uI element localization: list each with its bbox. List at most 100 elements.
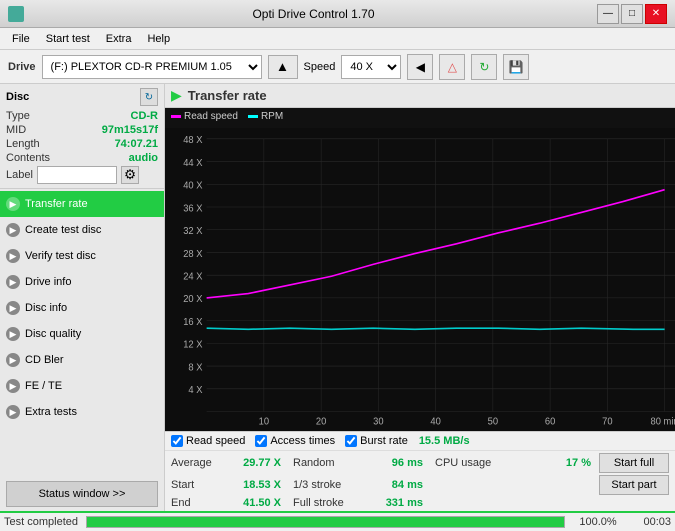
cpu-col: CPU usage 17 % xyxy=(435,457,591,469)
status-text: Test completed xyxy=(4,516,78,528)
fe-te-icon: ▶ xyxy=(6,379,20,393)
transfer-rate-icon: ▶ xyxy=(6,197,20,211)
svg-text:40: 40 xyxy=(430,416,440,427)
access-times-checkbox[interactable] xyxy=(255,435,267,447)
sidebar-item-disc-quality[interactable]: ▶ Disc quality xyxy=(0,321,164,347)
svg-text:80 min: 80 min xyxy=(651,416,675,427)
disc-label-label: Label xyxy=(6,169,33,181)
burst-rate-checkbox-label: Burst rate xyxy=(360,435,408,447)
disc-mid-value: 97m15s17f xyxy=(102,124,158,136)
maximize-button[interactable]: □ xyxy=(621,4,643,24)
sidebar-item-transfer-rate[interactable]: ▶ Transfer rate xyxy=(0,191,164,217)
legend-read-speed-label: Read speed xyxy=(184,111,238,122)
sidebar-item-verify-test-disc[interactable]: ▶ Verify test disc xyxy=(0,243,164,269)
disc-panel: Disc ↻ Type CD-R MID 97m15s17f Length 74… xyxy=(0,84,164,189)
end-col: End 41.50 X xyxy=(171,497,281,509)
read-speed-checkbox-label: Read speed xyxy=(186,435,245,447)
start-part-button[interactable]: Start part xyxy=(599,475,669,495)
disc-label-input[interactable] xyxy=(37,166,117,184)
read-speed-checkbox-group: Read speed xyxy=(171,435,255,447)
disc-type-value: CD-R xyxy=(131,110,159,122)
average-col: Average 29.77 X xyxy=(171,457,281,469)
chart-svg: 48 X 44 X 40 X 36 X 32 X 28 X 24 X 20 X … xyxy=(165,128,675,431)
close-button[interactable]: ✕ xyxy=(645,4,667,24)
fullstroke-value: 331 ms xyxy=(386,497,423,509)
start-col: Start 18.53 X xyxy=(171,479,281,491)
sidebar-item-create-test-disc[interactable]: ▶ Create test disc xyxy=(0,217,164,243)
cpu-label: CPU usage xyxy=(435,457,491,469)
menu-help[interactable]: Help xyxy=(139,31,178,47)
titlebar-title: Opti Drive Control 1.70 xyxy=(30,7,597,21)
chart-icon: ▶ xyxy=(171,87,182,104)
disc-panel-title: Disc xyxy=(6,91,29,103)
access-times-checkbox-group: Access times xyxy=(255,435,345,447)
refresh-button[interactable]: ↻ xyxy=(471,54,497,80)
read-speed-checkbox[interactable] xyxy=(171,435,183,447)
disc-length-label: Length xyxy=(6,138,40,150)
drive-label: Drive xyxy=(8,61,36,73)
svg-text:50: 50 xyxy=(488,416,498,427)
burst-rate-checkbox[interactable] xyxy=(345,435,357,447)
speed-left-button[interactable]: ◀ xyxy=(407,54,433,80)
sidebar-item-drive-info[interactable]: ▶ Drive info xyxy=(0,269,164,295)
chart-legend: Read speed RPM xyxy=(165,108,675,125)
legend-rpm-color xyxy=(248,115,258,118)
disc-info-icon: ▶ xyxy=(6,301,20,315)
svg-text:20 X: 20 X xyxy=(183,294,203,305)
status-window-button[interactable]: Status window >> xyxy=(6,481,158,507)
sidebar-item-cd-bler[interactable]: ▶ CD Bler xyxy=(0,347,164,373)
progress-percent: 100.0% xyxy=(573,516,623,528)
sidebar-item-fe-te-label: FE / TE xyxy=(25,380,62,392)
svg-text:10: 10 xyxy=(259,416,269,427)
titlebar: Opti Drive Control 1.70 — □ ✕ xyxy=(0,0,675,28)
start-value: 18.53 X xyxy=(243,479,281,491)
svg-text:60: 60 xyxy=(545,416,555,427)
speed-select[interactable]: 40 X 32 X 24 X 16 X 8 X 4 X xyxy=(341,55,401,79)
disc-contents-value: audio xyxy=(129,152,158,164)
cd-bler-icon: ▶ xyxy=(6,353,20,367)
save-button[interactable]: 💾 xyxy=(503,54,529,80)
disc-label-edit-button[interactable]: ⚙ xyxy=(121,166,139,184)
disc-refresh-button[interactable]: ↻ xyxy=(140,88,158,106)
disc-panel-header: Disc ↻ xyxy=(6,88,158,106)
sidebar-item-disc-quality-label: Disc quality xyxy=(25,328,81,340)
disc-quality-icon: ▶ xyxy=(6,327,20,341)
titlebar-controls: — □ ✕ xyxy=(597,4,667,24)
legend-rpm-label: RPM xyxy=(261,111,283,122)
end-label: End xyxy=(171,497,191,509)
random-label: Random xyxy=(293,457,335,469)
chart-title: Transfer rate xyxy=(188,88,267,103)
sidebar-nav: ▶ Transfer rate ▶ Create test disc ▶ Ver… xyxy=(0,189,164,477)
disc-contents-label: Contents xyxy=(6,152,50,164)
sidebar-item-fe-te[interactable]: ▶ FE / TE xyxy=(0,373,164,399)
start-full-button[interactable]: Start full xyxy=(599,453,669,473)
disc-label-row: Label ⚙ xyxy=(6,166,158,184)
svg-text:36 X: 36 X xyxy=(183,203,203,214)
svg-text:4 X: 4 X xyxy=(188,385,203,396)
menu-start-test[interactable]: Start test xyxy=(38,31,98,47)
sidebar-item-cd-bler-label: CD Bler xyxy=(25,354,64,366)
svg-text:32 X: 32 X xyxy=(183,226,203,237)
disc-type-label: Type xyxy=(6,110,30,122)
menu-extra[interactable]: Extra xyxy=(98,31,140,47)
eject-button[interactable]: ▲ xyxy=(268,55,298,79)
sidebar-item-disc-info[interactable]: ▶ Disc info xyxy=(0,295,164,321)
statusbar: Test completed 100.0% 00:03 xyxy=(0,511,675,531)
clear-button[interactable]: △ xyxy=(439,54,465,80)
chart-container: Read speed RPM xyxy=(165,108,675,431)
disc-mid-label: MID xyxy=(6,124,26,136)
extra-tests-icon: ▶ xyxy=(6,405,20,419)
disc-mid-row: MID 97m15s17f xyxy=(6,124,158,136)
sidebar-item-drive-info-label: Drive info xyxy=(25,276,71,288)
sidebar-item-extra-tests[interactable]: ▶ Extra tests xyxy=(0,399,164,425)
stats-checkboxes: Read speed Access times Burst rate 15.5 … xyxy=(165,431,675,450)
sidebar-item-verify-test-disc-label: Verify test disc xyxy=(25,250,96,262)
disc-type-row: Type CD-R xyxy=(6,110,158,122)
disc-length-row: Length 74:07.21 xyxy=(6,138,158,150)
minimize-button[interactable]: — xyxy=(597,4,619,24)
speed-label: Speed xyxy=(304,61,336,73)
drive-select[interactable]: (F:) PLEXTOR CD-R PREMIUM 1.05 xyxy=(42,55,262,79)
menu-file[interactable]: File xyxy=(4,31,38,47)
progress-bar-fill xyxy=(87,517,564,527)
create-test-disc-icon: ▶ xyxy=(6,223,20,237)
